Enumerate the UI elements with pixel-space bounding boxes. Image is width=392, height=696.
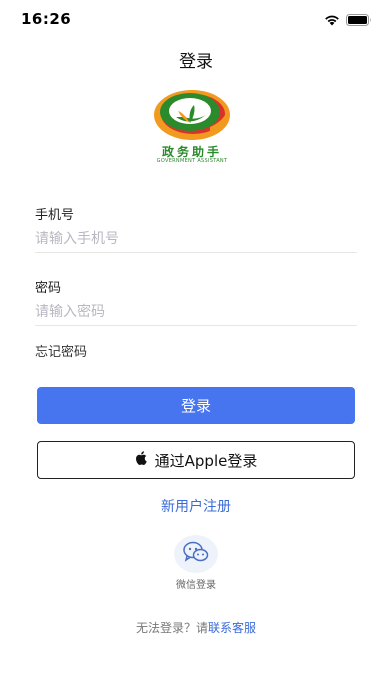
battery-icon (346, 11, 372, 30)
wechat-icon (183, 541, 209, 567)
password-input[interactable] (35, 299, 357, 326)
status-bar: 16:26 (0, 0, 392, 36)
login-button-label: 登录 (180, 397, 211, 415)
register-link[interactable]: 新用户注册 (0, 496, 392, 516)
phone-input[interactable] (35, 226, 357, 253)
help-text: 无法登录？请联系客服 (0, 619, 392, 636)
phone-label: 手机号 (35, 208, 75, 223)
apple-login-button[interactable]: 通过Apple登录 (37, 441, 355, 479)
password-label: 密码 (35, 281, 62, 296)
login-button[interactable]: 登录 (37, 387, 355, 424)
contact-support-link[interactable]: 联系客服 (208, 621, 256, 635)
page-title: 登录 (179, 52, 213, 72)
help-prefix: 无法登录？请 (135, 621, 208, 635)
forgot-password-link[interactable]: 忘记密码 (35, 341, 87, 360)
wifi-icon (324, 11, 340, 30)
apple-icon (135, 451, 147, 469)
logo-name-en: GOVERNMENT ASSISTANT (156, 158, 228, 164)
status-icons (324, 11, 372, 30)
wechat-login-button[interactable] (174, 535, 218, 573)
status-time: 16:26 (21, 10, 72, 28)
wechat-login-label: 微信登录 (176, 580, 216, 591)
apple-login-label: 通过Apple登录 (154, 451, 258, 470)
